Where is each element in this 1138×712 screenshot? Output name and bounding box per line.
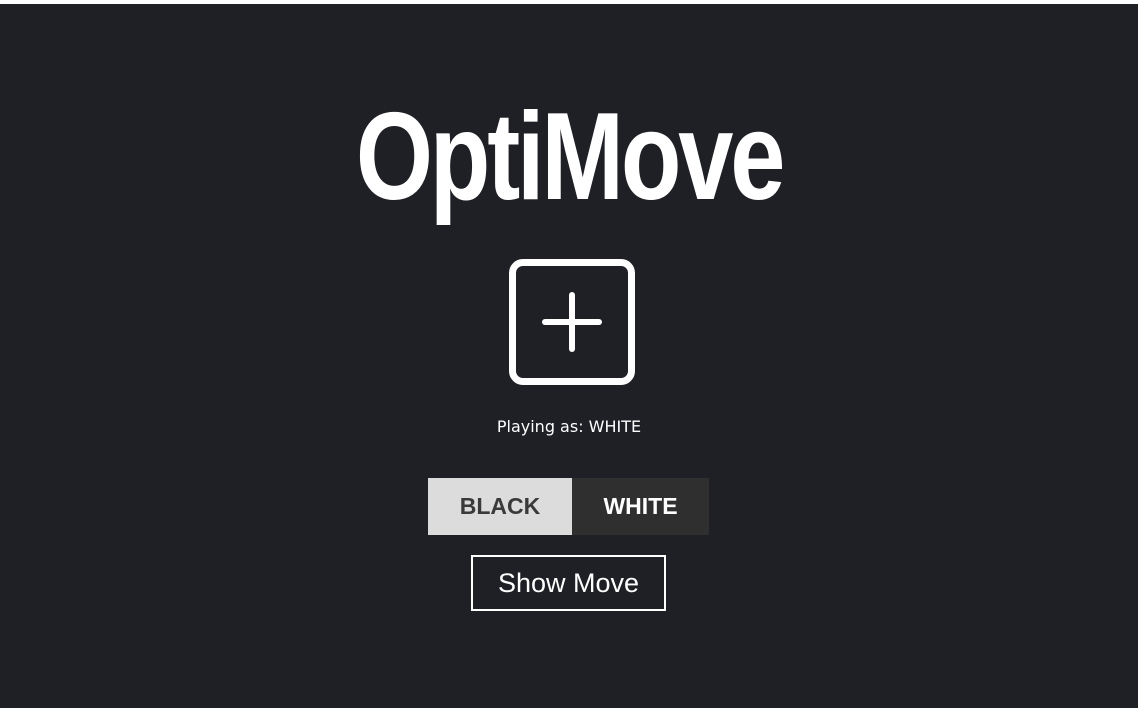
black-button[interactable]: BLACK [428,478,572,535]
app-container: OptiMove Playing as: WHITE BLACK WHITE S… [0,4,1138,708]
show-move-button[interactable]: Show Move [471,555,666,611]
add-image-button[interactable] [509,259,635,385]
app-logo: OptiMove [355,88,786,226]
playing-as-status: Playing as: WHITE [496,417,642,436]
color-toggle: BLACK WHITE [428,478,709,535]
plus-icon [542,292,602,352]
white-button[interactable]: WHITE [572,478,709,535]
